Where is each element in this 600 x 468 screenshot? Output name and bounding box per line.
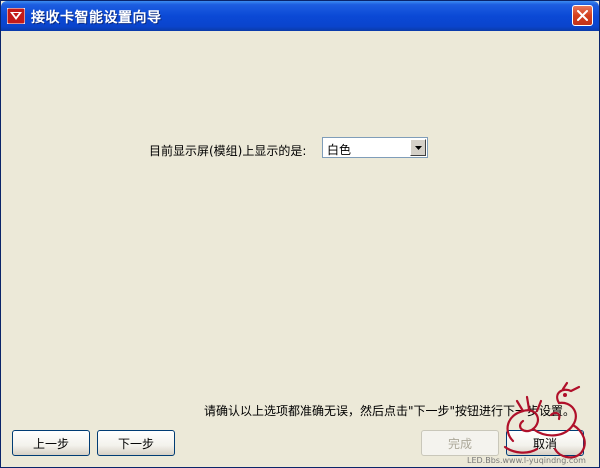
wizard-window: 接收卡智能设置向导 目前显示屏(模组)上显示的是: 白色 请确认以上选项都准确无… bbox=[0, 0, 600, 468]
finish-button[interactable]: 完成 bbox=[421, 430, 499, 456]
display-color-label: 目前显示屏(模组)上显示的是: bbox=[149, 144, 307, 158]
display-color-value: 白色 bbox=[327, 143, 352, 157]
close-icon bbox=[577, 10, 588, 21]
close-button[interactable] bbox=[572, 5, 593, 26]
confirm-hint: 请确认以上选项都准确无误，然后点击"下一步"按钮进行下一步设置。 bbox=[204, 404, 576, 418]
chevron-down-icon bbox=[414, 145, 422, 150]
watermark-url: LED.Bbs.www.l-yuqindng.com bbox=[467, 456, 586, 465]
window-title: 接收卡智能设置向导 bbox=[31, 10, 162, 26]
title-bar[interactable]: 接收卡智能设置向导 bbox=[1, 1, 599, 31]
display-color-select[interactable]: 白色 bbox=[322, 137, 428, 158]
next-button[interactable]: 下一步 bbox=[97, 430, 175, 456]
app-logo-icon bbox=[7, 8, 25, 24]
prev-button[interactable]: 上一步 bbox=[12, 430, 90, 456]
dropdown-arrow-button[interactable] bbox=[410, 139, 426, 156]
cancel-button[interactable]: 取消 bbox=[506, 430, 584, 456]
